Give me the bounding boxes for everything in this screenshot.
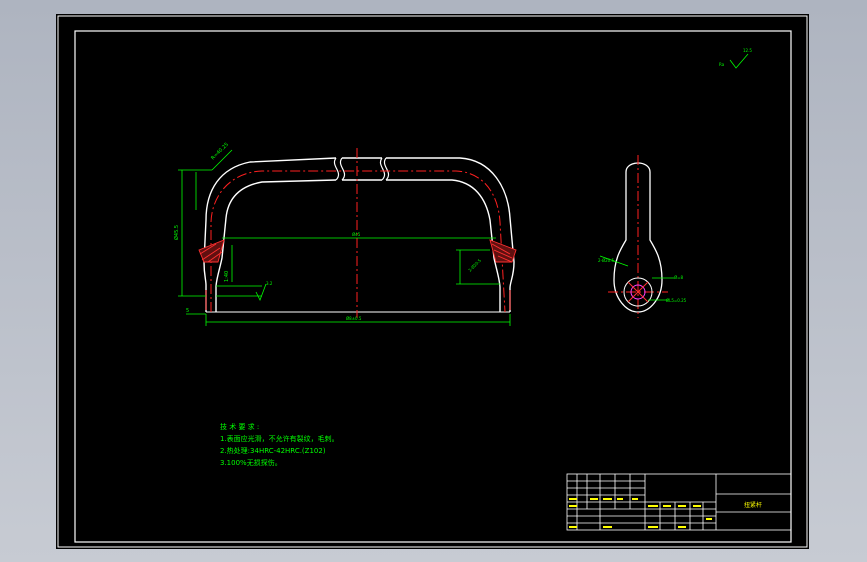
dim-side-bottom: ØL5=0.25: [666, 298, 687, 303]
sheet: [56, 14, 809, 549]
dim-side-left: 2-Ø20.5: [598, 258, 614, 263]
dim-height: Ø45.5: [173, 225, 180, 240]
roughness-main-prefix: Ra: [719, 62, 725, 67]
dim-side-right: Ø=8: [674, 275, 684, 280]
dim-top-length: Ø45: [352, 232, 361, 237]
notes-line-1: 1.表面应光滑，不允许有裂纹，毛刺。: [220, 434, 339, 443]
roughness-local-value: 3.2: [266, 281, 273, 286]
notes-line-2: 2.热处理:34HRC-42HRC.(Z102): [220, 446, 326, 455]
dim-base-gap: 5: [186, 308, 189, 314]
title-block-part-name: 扭紧杆: [744, 501, 762, 509]
drawing-canvas: R=40.25 Ø45.5 Ø45 1:40 Ø8±0.5 5 2-Ø20.5 …: [56, 14, 809, 549]
roughness-main-value: 12.5: [743, 48, 752, 53]
dim-overall-length: Ø8±0.5: [346, 316, 362, 321]
dim-angle: 1:40: [224, 271, 230, 282]
notes-line-3: 3.100%无损探伤。: [220, 458, 282, 467]
notes-heading: 技 术 要 求 :: [220, 422, 259, 431]
cad-viewport: R=40.25 Ø45.5 Ø45 1:40 Ø8±0.5 5 2-Ø20.5 …: [0, 0, 867, 562]
